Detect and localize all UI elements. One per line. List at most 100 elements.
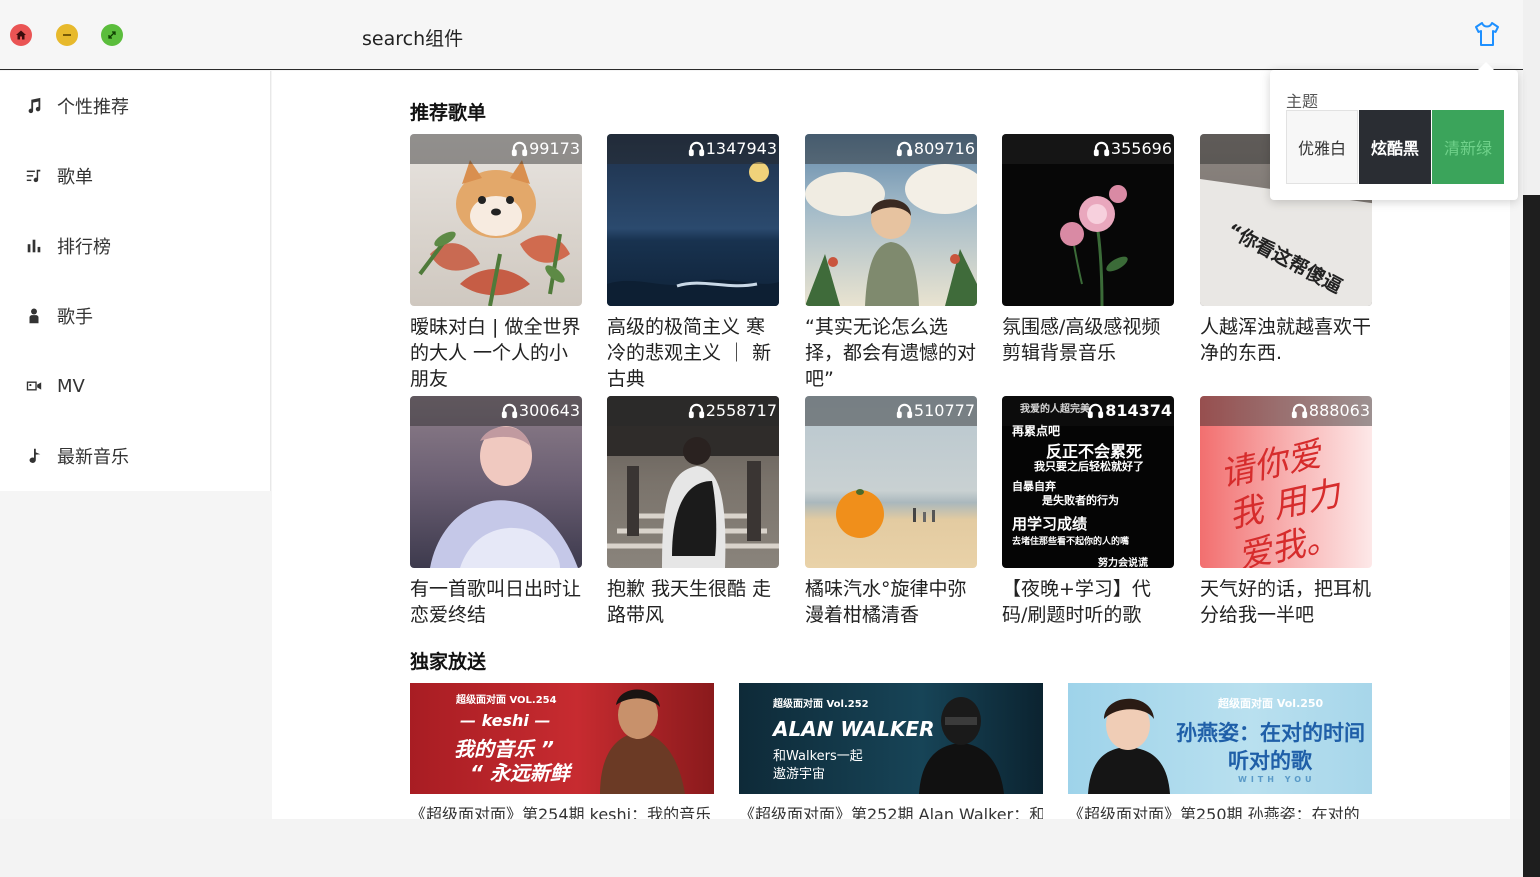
play-count: 510777 <box>913 401 975 420</box>
video-camera-icon <box>24 376 44 396</box>
mv-cover-text: 超级面对面 Vol.252 <box>773 699 869 710</box>
playlist-title[interactable]: 人越浑浊就越喜欢干净的东西. <box>1200 314 1372 392</box>
theme-popover: 主题 优雅白 炫酷黑 清新绿 <box>1270 62 1518 200</box>
play-count: 814374 <box>1105 401 1172 420</box>
person-icon <box>24 306 44 326</box>
theme-option-green[interactable]: 清新绿 <box>1432 110 1504 184</box>
sidebar-item-label: MV <box>57 375 85 397</box>
bar-chart-icon <box>24 236 44 256</box>
music-single-icon <box>24 446 44 466</box>
cover-text: 去堵住那些看不起你的人的嘴 <box>1012 537 1130 547</box>
playlist-title[interactable]: 有一首歌叫日出时让恋爱终结 <box>410 576 582 654</box>
playlist-title[interactable]: 橘味汽水°旋律中弥漫着柑橘清香 <box>805 576 977 654</box>
playlist-cover[interactable]: 2558717 <box>607 396 779 568</box>
cover-text: 请你爱我 用力爱我。 <box>1216 434 1344 568</box>
sidebar-item-playlist[interactable]: 歌单 <box>24 161 93 191</box>
playlist-title[interactable]: 高级的极简主义 寒冷的悲观主义 ｜ 新古典 <box>607 314 779 392</box>
playlist-title[interactable]: 天气好的话，把耳机分给我一半吧 <box>1200 576 1372 654</box>
mv-cover-text: 孙燕姿：在对的时间 <box>1176 720 1365 745</box>
mv-cover[interactable]: 超级面对面 Vol.252 ALAN WALKER 和Walkers一起 遨游宇… <box>739 683 1043 794</box>
mv-card[interactable]: 超级面对面 VOL.254 — keshi — 我的音乐 ” “ 永远新鲜 《超… <box>410 683 714 819</box>
cover-text: 用学习成绩 <box>1012 515 1088 533</box>
mv-cover-text: 和Walkers一起 <box>773 749 863 764</box>
playlist-cover[interactable]: 809716 <box>805 134 977 306</box>
mv-cover-text: 超级面对面 Vol.250 <box>1218 697 1324 710</box>
playlist-title[interactable]: 【夜晚+学习】代码/刷题时听的歌 <box>1002 576 1174 654</box>
playlist-title[interactable]: 暧昧对白 | 做全世界的大人 一个人的小朋友 <box>410 314 582 392</box>
mv-cover[interactable]: 超级面对面 VOL.254 — keshi — 我的音乐 ” “ 永远新鲜 <box>410 683 714 794</box>
sidebar-item-charts[interactable]: 排行榜 <box>24 231 111 261</box>
play-count: 2558717 <box>705 401 777 420</box>
theme-label: 主题 <box>1286 92 1319 111</box>
music-note-icon <box>24 96 44 116</box>
bottom-area <box>0 819 1523 877</box>
headphones-icon <box>688 141 704 157</box>
play-count: 888063 <box>1308 401 1370 420</box>
background-code-editor <box>1523 195 1540 877</box>
playlist-cover[interactable]: 355696 <box>1002 134 1174 306</box>
playlist-card[interactable]: 2558717 抱歉 我天生很酷 走路带风 <box>607 396 779 654</box>
mv-title[interactable]: 《超级面对面》第254期 keshi：我的音乐 <box>410 801 714 819</box>
mv-cover[interactable]: 超级面对面 Vol.250 孙燕姿：在对的时间 听对的歌 WITH YOU <box>1068 683 1372 794</box>
mv-title[interactable]: 《超级面对面》第252期 Alan Walker：和 <box>739 801 1043 819</box>
playlist-card[interactable]: 我爱的人超完美 再累点吧 反正不会累死 我只要之后轻松就好了 自暴自弃 是失败者… <box>1002 396 1174 654</box>
sidebar-item-label: 歌手 <box>57 307 93 328</box>
headphones-icon <box>688 403 704 419</box>
play-count: 355696 <box>1110 139 1172 158</box>
playlist-card[interactable]: 355696 氛围感/高级感视频剪辑背景音乐 <box>1002 134 1174 392</box>
app-title: search组件 <box>362 28 464 50</box>
sidebar-item-label: 歌单 <box>57 167 93 188</box>
playlist-card[interactable]: 99173 暧昧对白 | 做全世界的大人 一个人的小朋友 <box>410 134 582 392</box>
theme-shirt-icon[interactable] <box>1472 19 1502 49</box>
cover-text: 我只要之后轻松就好了 <box>1034 460 1144 473</box>
section-title-recommend: 推荐歌单 <box>410 102 487 124</box>
mv-cover-text: — keshi — <box>460 711 551 730</box>
playlist-cover[interactable]: 我爱的人超完美 再累点吧 反正不会累死 我只要之后轻松就好了 自暴自弃 是失败者… <box>1002 396 1174 568</box>
sidebar-item-label: 最新音乐 <box>57 447 129 468</box>
playlist-card[interactable]: 请你爱我 用力爱我。 888063 天气好的话，把耳机分给我一半吧 <box>1200 396 1372 654</box>
theme-option-black[interactable]: 炫酷黑 <box>1359 110 1431 184</box>
sidebar-item-recommend[interactable]: 个性推荐 <box>24 91 129 121</box>
playlist-cover[interactable]: 1347943 <box>607 134 779 306</box>
section-title-exclusive: 独家放送 <box>410 651 487 673</box>
theme-option-white[interactable]: 优雅白 <box>1286 110 1358 184</box>
playlist-card[interactable]: 1347943 高级的极简主义 寒冷的悲观主义 ｜ 新古典 <box>607 134 779 392</box>
cover-text: 努力会说谎 <box>1098 558 1148 568</box>
playlist-card[interactable]: 300643 有一首歌叫日出时让恋爱终结 <box>410 396 582 654</box>
sidebar-item-mv[interactable]: MV <box>24 371 85 401</box>
mv-cover-text: 听对的歌 <box>1228 748 1312 773</box>
home-icon[interactable] <box>10 24 32 46</box>
playlist-icon <box>24 166 44 186</box>
headphones-icon <box>896 403 913 419</box>
mv-cover-text: WITH YOU <box>1238 775 1316 784</box>
play-count: 809716 <box>913 139 975 158</box>
headphones-icon <box>896 141 913 157</box>
headphones-icon <box>1088 403 1104 419</box>
playlist-cover[interactable]: 请你爱我 用力爱我。 888063 <box>1200 396 1372 568</box>
sidebar-item-artists[interactable]: 歌手 <box>24 301 93 331</box>
sidebar: 个性推荐 歌单 排行榜 歌手 MV 最新音乐 <box>0 71 271 491</box>
playlist-title[interactable]: 抱歉 我天生很酷 走路带风 <box>607 576 779 654</box>
cover-text: 是失败者的行为 <box>1042 494 1119 507</box>
minimize-button[interactable] <box>56 24 78 46</box>
mv-cover-text: 遨游宇宙 <box>773 767 826 782</box>
play-count: 99173 <box>529 139 580 158</box>
playlist-cover[interactable]: 99173 <box>410 134 582 306</box>
maximize-button[interactable] <box>101 24 123 46</box>
playlist-card[interactable]: 809716 “其实无论怎么选择，都会有遗憾的对吧” <box>805 134 977 392</box>
playlist-title[interactable]: “其实无论怎么选择，都会有遗憾的对吧” <box>805 314 977 392</box>
playlist-title[interactable]: 氛围感/高级感视频剪辑背景音乐 <box>1002 314 1174 392</box>
playlist-card[interactable]: 510777 橘味汽水°旋律中弥漫着柑橘清香 <box>805 396 977 654</box>
title-bar: search组件 <box>0 0 1523 70</box>
mv-cover-text: ALAN WALKER <box>773 717 935 741</box>
sidebar-item-new-music[interactable]: 最新音乐 <box>24 441 129 471</box>
sidebar-item-label: 个性推荐 <box>57 97 129 118</box>
mv-card[interactable]: 超级面对面 Vol.250 孙燕姿：在对的时间 听对的歌 WITH YOU 《超… <box>1068 683 1372 819</box>
mv-card[interactable]: 超级面对面 Vol.252 ALAN WALKER 和Walkers一起 遨游宇… <box>739 683 1043 819</box>
play-count: 300643 <box>518 401 580 420</box>
headphones-icon <box>1291 403 1308 419</box>
mv-title[interactable]: 《超级面对面》第250期 孙燕姿：在对的 <box>1068 801 1372 819</box>
playlist-cover[interactable]: 510777 <box>805 396 977 568</box>
playlist-cover[interactable]: 300643 <box>410 396 582 568</box>
headphones-icon <box>501 403 518 419</box>
